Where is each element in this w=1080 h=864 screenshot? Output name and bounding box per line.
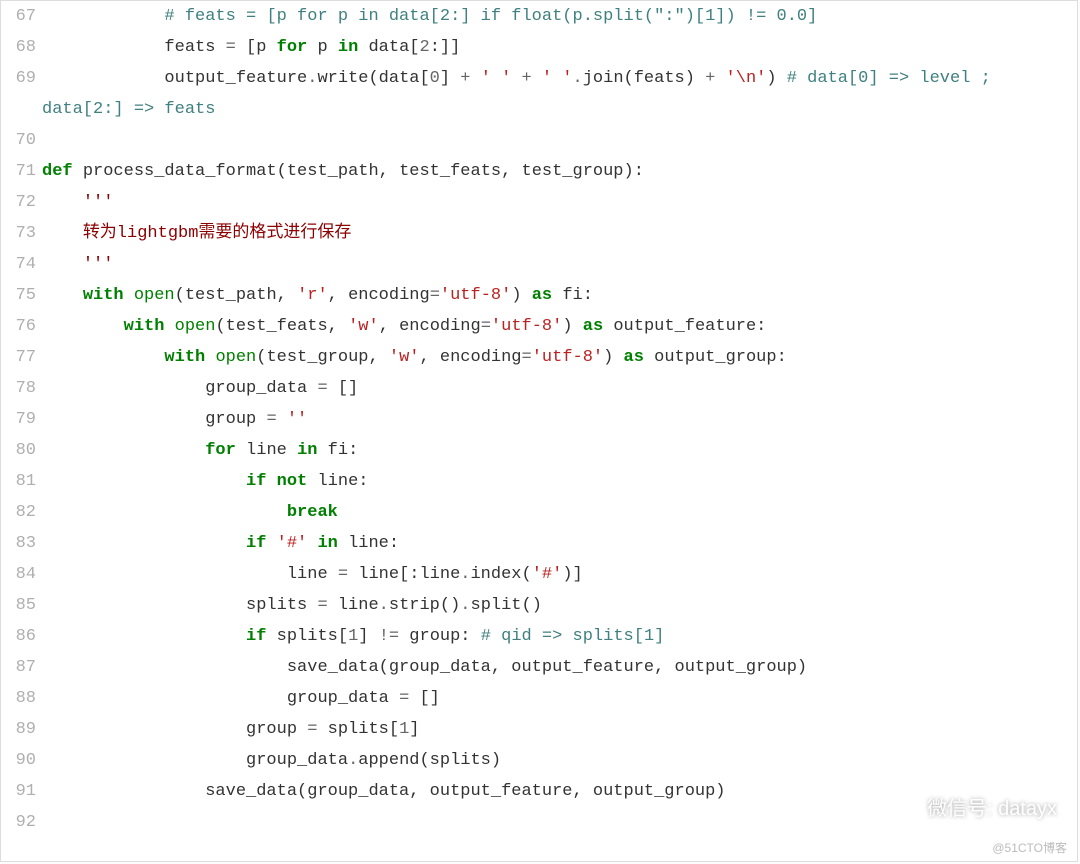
code-body[interactable]: 67 # feats = [p for p in data[2:] if flo… [6,1,1077,838]
line-number: 80 [6,435,36,466]
code-line[interactable]: 84 line = line[:line.index('#')] [6,559,1077,590]
code-line[interactable]: 69 output_feature.write(data[0] + ' ' + … [6,63,1077,94]
line-number: 91 [6,776,36,807]
footer-attribution: @51CTO博客 [992,839,1067,856]
line-number: 90 [6,745,36,776]
line-number: 84 [6,559,36,590]
line-number: 76 [6,311,36,342]
line-number: 81 [6,466,36,497]
code-line[interactable]: 88 group_data = [] [6,683,1077,714]
line-number: 88 [6,683,36,714]
line-number: 72 [6,187,36,218]
code-line[interactable]: 72 ''' [6,187,1077,218]
code-line[interactable]: 90 group_data.append(splits) [6,745,1077,776]
code-line[interactable]: 71def process_data_format(test_path, tes… [6,156,1077,187]
code-line[interactable]: 86 if splits[1] != group: # qid => split… [6,621,1077,652]
line-number: 82 [6,497,36,528]
code-line[interactable]: 76 with open(test_feats, 'w', encoding='… [6,311,1077,342]
line-number: 89 [6,714,36,745]
line-number: 77 [6,342,36,373]
code-line[interactable]: 73 转为lightgbm需要的格式进行保存 [6,218,1077,249]
code-line[interactable]: 80 for line in fi: [6,435,1077,466]
code-line[interactable]: 79 group = '' [6,404,1077,435]
code-line[interactable]: 81 if not line: [6,466,1077,497]
code-line[interactable]: 83 if '#' in line: [6,528,1077,559]
line-number: 71 [6,156,36,187]
line-number: 75 [6,280,36,311]
code-line[interactable]: 70 [6,125,1077,156]
code-line-wrap[interactable]: data[2:] => feats [6,94,1077,125]
line-number: 74 [6,249,36,280]
line-number: 70 [6,125,36,156]
line-number: 86 [6,621,36,652]
code-block: 67 # feats = [p for p in data[2:] if flo… [0,0,1078,862]
code-line[interactable]: 82 break [6,497,1077,528]
line-number: 67 [6,1,36,32]
code-line[interactable]: 74 ''' [6,249,1077,280]
code-line[interactable]: 68 feats = [p for p in data[2:]] [6,32,1077,63]
line-number: 78 [6,373,36,404]
line-number: 85 [6,590,36,621]
line-number: 87 [6,652,36,683]
line-number: 73 [6,218,36,249]
line-number: 83 [6,528,36,559]
line-number: 92 [6,807,36,838]
code-line[interactable]: 78 group_data = [] [6,373,1077,404]
code-line[interactable]: 85 splits = line.strip().split() [6,590,1077,621]
code-line[interactable]: 67 # feats = [p for p in data[2:] if flo… [6,1,1077,32]
code-line[interactable]: 89 group = splits[1] [6,714,1077,745]
code-line[interactable]: 75 with open(test_path, 'r', encoding='u… [6,280,1077,311]
code-line[interactable]: 91 save_data(group_data, output_feature,… [6,776,1077,807]
code-line[interactable]: 87 save_data(group_data, output_feature,… [6,652,1077,683]
line-number: 68 [6,32,36,63]
code-line[interactable]: 77 with open(test_group, 'w', encoding='… [6,342,1077,373]
line-number: 69 [6,63,36,94]
line-number: 79 [6,404,36,435]
code-line[interactable]: 92 [6,807,1077,838]
